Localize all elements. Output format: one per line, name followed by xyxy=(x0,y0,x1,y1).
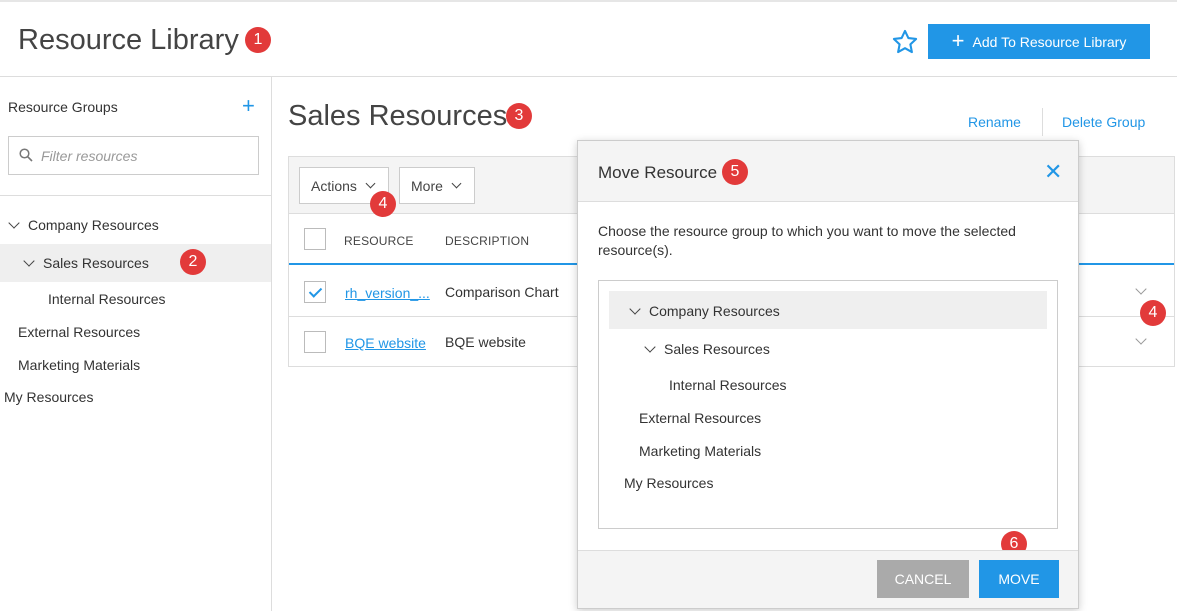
chevron-down-icon xyxy=(23,254,35,267)
tree-item-label: Sales Resources xyxy=(664,341,770,357)
group-title: Sales Resources xyxy=(288,100,508,132)
row-checkbox[interactable] xyxy=(304,281,326,303)
tree-item-label: Marketing Materials xyxy=(639,443,762,459)
rename-link[interactable]: Rename xyxy=(968,114,1021,130)
more-dropdown[interactable]: More xyxy=(399,167,475,204)
callout-badge: 4 xyxy=(1140,300,1166,326)
chevron-down-icon xyxy=(365,178,376,188)
chevron-down-icon xyxy=(8,216,20,229)
sidebar-item-label: Company Resources xyxy=(28,217,159,233)
resource-description: BQE website xyxy=(445,334,526,350)
sidebar-item-label: External Resources xyxy=(18,324,141,340)
resource-description: Comparison Chart xyxy=(445,284,559,300)
chevron-down-icon xyxy=(629,302,641,315)
row-checkbox[interactable] xyxy=(304,331,326,353)
callout-badge: 1 xyxy=(245,27,271,53)
sidebar-divider xyxy=(0,195,271,196)
filter-resources-input[interactable]: Filter resources xyxy=(8,136,259,175)
tree-item-marketing-materials[interactable]: Marketing Materials xyxy=(639,443,761,459)
group-tree: Company Resources Sales Resources Intern… xyxy=(598,280,1058,529)
sidebar-item-marketing-materials[interactable]: Marketing Materials xyxy=(18,357,140,373)
sidebar-item-label: Internal Resources xyxy=(48,291,166,307)
delete-group-link[interactable]: Delete Group xyxy=(1062,114,1145,130)
callout-badge: 2 xyxy=(180,249,206,275)
sidebar-item-company-resources[interactable]: Company Resources xyxy=(8,216,159,233)
sidebar-item-my-resources[interactable]: My Resources xyxy=(4,389,93,405)
column-header-description[interactable]: DESCRIPTION xyxy=(445,234,529,248)
move-button[interactable]: MOVE xyxy=(979,560,1059,598)
dialog-description: Choose the resource group to which you w… xyxy=(598,223,1016,258)
favorite-star-icon[interactable] xyxy=(891,28,919,56)
sidebar-heading: Resource Groups xyxy=(8,99,118,115)
more-label: More xyxy=(411,177,443,194)
resource-link[interactable]: rh_version_... xyxy=(345,285,430,301)
tree-item-sales-resources[interactable]: Sales Resources xyxy=(644,340,770,357)
column-header-resource[interactable]: RESOURCE xyxy=(344,234,414,248)
plus-icon: + xyxy=(951,27,965,53)
row-expand-chevron-icon[interactable] xyxy=(1135,283,1147,295)
row-expand-chevron-icon[interactable] xyxy=(1135,333,1147,345)
filter-placeholder: Filter resources xyxy=(41,148,138,164)
tree-item-label: My Resources xyxy=(624,475,714,491)
dialog-footer: CANCEL MOVE xyxy=(578,550,1078,608)
tree-item-company-resources[interactable]: Company Resources xyxy=(629,302,780,319)
sidebar-item-label: My Resources xyxy=(4,389,94,405)
dialog-title: Move Resource xyxy=(598,163,718,182)
tree-item-label: Company Resources xyxy=(649,303,780,319)
page-title: Resource Library xyxy=(18,24,239,56)
select-all-checkbox[interactable] xyxy=(304,228,326,250)
tree-item-label: Internal Resources xyxy=(669,377,787,393)
add-group-plus-icon[interactable]: + xyxy=(242,93,255,119)
callout-badge: 3 xyxy=(506,103,532,129)
search-icon xyxy=(19,148,33,162)
page-header: Resource Library 1 + Add To Resource Lib… xyxy=(0,2,1177,77)
tree-item-label: External Resources xyxy=(639,410,762,426)
tree-item-internal-resources[interactable]: Internal Resources xyxy=(669,377,787,393)
tree-item-my-resources[interactable]: My Resources xyxy=(624,475,713,491)
add-button-label: Add To Resource Library xyxy=(972,33,1127,50)
dialog-header: Move Resource 5 ✕ xyxy=(578,141,1078,202)
link-separator xyxy=(1042,108,1043,136)
sidebar-item-label: Marketing Materials xyxy=(18,357,141,373)
tree-item-external-resources[interactable]: External Resources xyxy=(639,410,761,426)
move-resource-dialog: Move Resource 5 ✕ Choose the resource gr… xyxy=(577,140,1079,609)
add-to-resource-library-button[interactable]: + Add To Resource Library xyxy=(928,24,1150,59)
actions-label: Actions xyxy=(311,177,357,194)
close-icon[interactable]: ✕ xyxy=(1044,159,1062,185)
sidebar-item-external-resources[interactable]: External Resources xyxy=(18,324,140,340)
chevron-down-icon xyxy=(644,340,656,353)
resource-link[interactable]: BQE website xyxy=(345,335,426,351)
resource-groups-sidebar: Resource Groups + Filter resources Compa… xyxy=(0,77,272,611)
callout-badge: 4 xyxy=(370,191,396,217)
callout-badge: 5 xyxy=(722,159,748,185)
sidebar-item-sales-resources[interactable]: Sales Resources xyxy=(23,254,149,271)
sidebar-item-label: Sales Resources xyxy=(43,255,149,271)
cancel-button[interactable]: CANCEL xyxy=(877,560,969,598)
chevron-down-icon xyxy=(451,178,462,188)
sidebar-item-internal-resources[interactable]: Internal Resources xyxy=(48,291,166,307)
